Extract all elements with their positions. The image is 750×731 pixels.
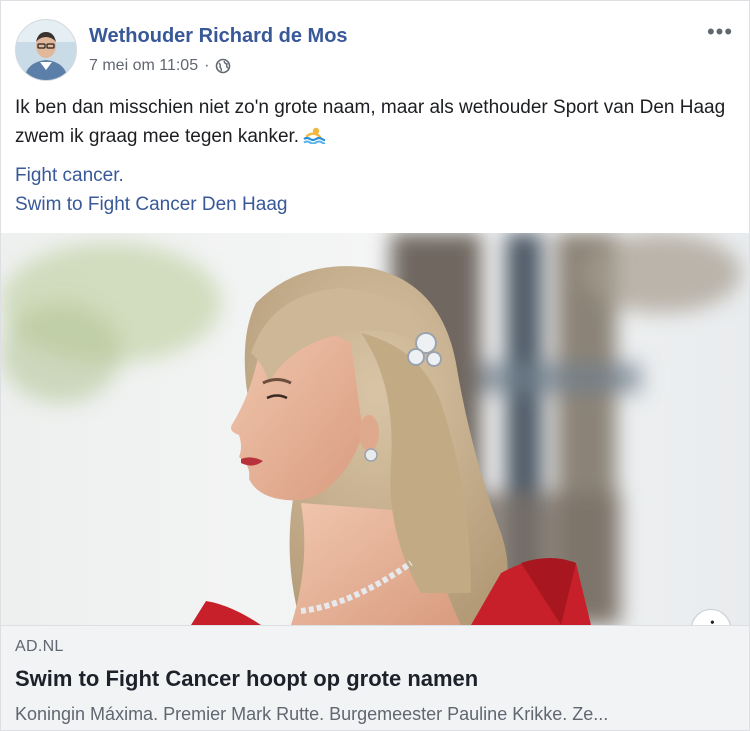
- link-fight-cancer[interactable]: Fight cancer: [15, 165, 119, 186]
- swimmer-emoji-icon: [303, 124, 327, 145]
- meta-separator: ·: [204, 57, 210, 74]
- link-description: Koningin Máxima. Premier Mark Rutte. Bur…: [15, 704, 609, 724]
- link-swim-to-fight-cancer[interactable]: Swim to Fight Cancer Den Haag: [15, 194, 287, 215]
- link-preview-image[interactable]: [1, 233, 749, 625]
- post-card: Wethouder Richard de Mos 7 mei om 11:05 …: [0, 0, 750, 731]
- link-domain: AD.NL: [15, 638, 64, 655]
- post-header: Wethouder Richard de Mos 7 mei om 11:05 …: [15, 19, 735, 83]
- link-preview-card[interactable]: AD.NL Swim to Fight Cancer hoopt op grot…: [1, 625, 749, 730]
- author-name[interactable]: Wethouder Richard de Mos: [89, 25, 348, 48]
- more-options-button[interactable]: •••: [705, 21, 735, 43]
- link-period: .: [118, 165, 124, 186]
- post-body: Ik ben dan misschien niet zo'n grote naa…: [15, 97, 726, 147]
- link-title[interactable]: Swim to Fight Cancer hoopt op grote name…: [15, 666, 478, 692]
- post-timestamp[interactable]: 7 mei om 11:05: [89, 57, 198, 75]
- globe-icon[interactable]: [215, 58, 231, 74]
- post-meta: 7 mei om 11:05 ·: [89, 57, 231, 75]
- avatar-photo: [16, 20, 76, 80]
- post-text: Ik ben dan misschien niet zo'n grote naa…: [15, 93, 737, 151]
- post-links: Fight cancer. Swim to Fight Cancer Den H…: [15, 161, 287, 219]
- avatar[interactable]: [15, 19, 77, 81]
